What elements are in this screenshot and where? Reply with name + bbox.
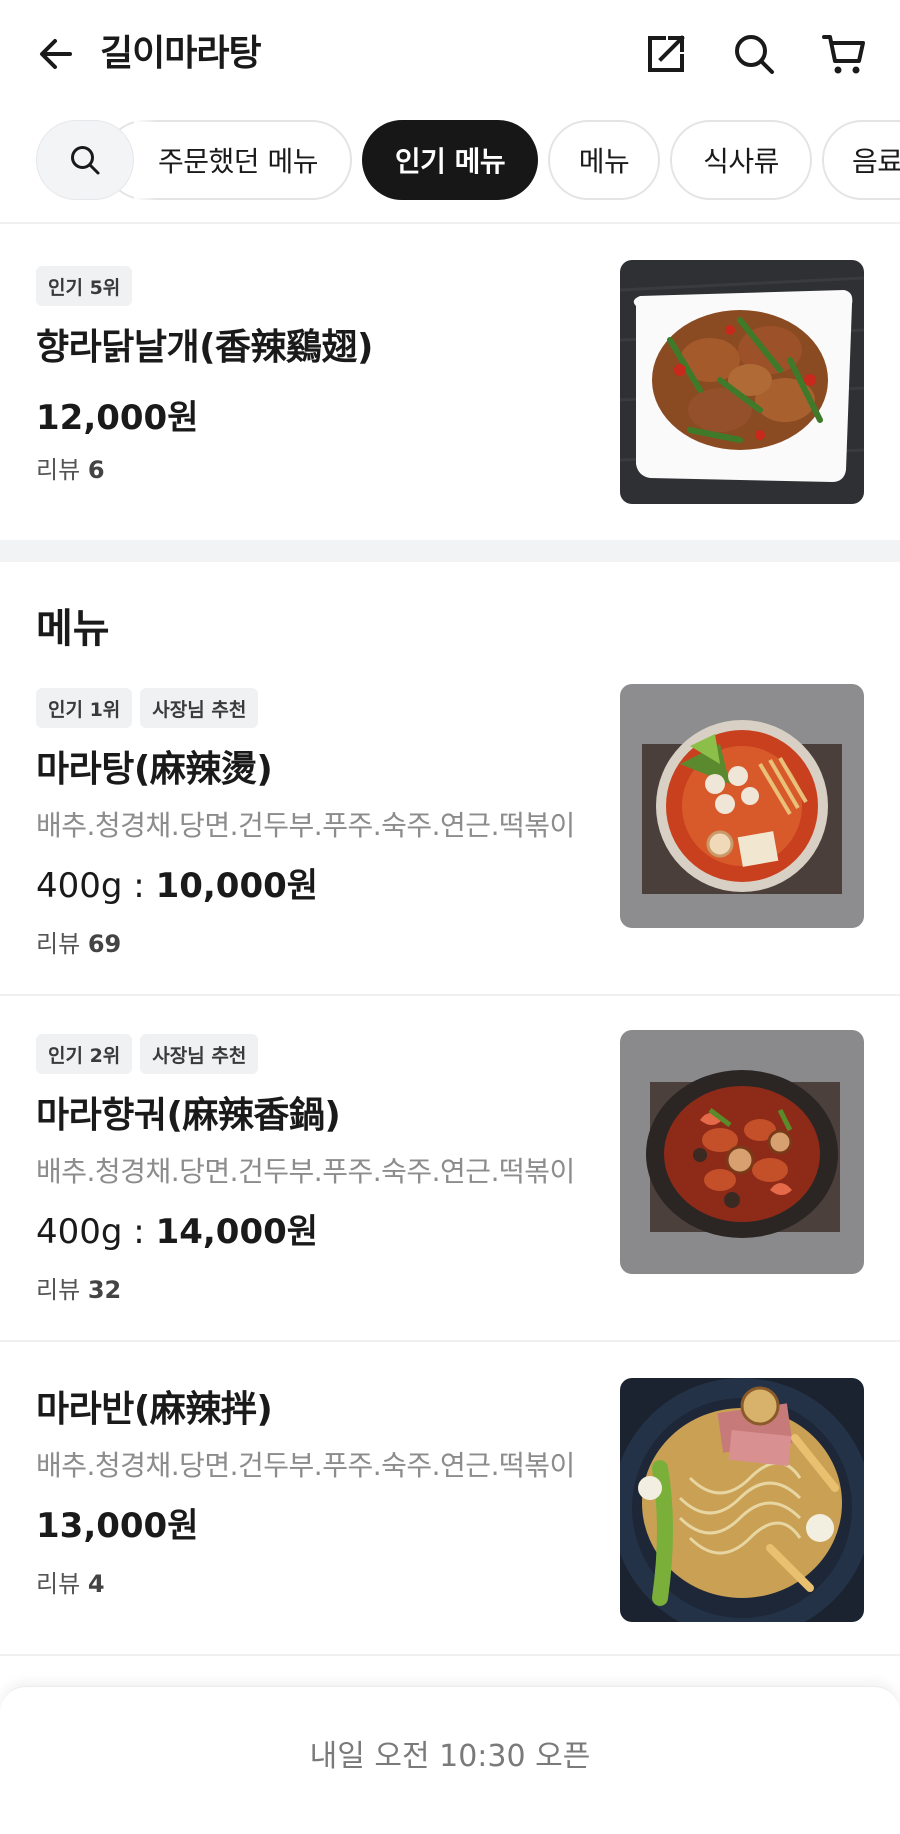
search-button[interactable] [726, 26, 782, 82]
item-image [620, 1378, 864, 1622]
item-price: 13,000원 [36, 1506, 199, 1546]
cart-button[interactable] [816, 26, 872, 82]
divider [0, 1654, 900, 1656]
cart-icon [822, 35, 865, 74]
search-icon [71, 146, 100, 175]
item-review: 리뷰 32 [36, 1276, 122, 1304]
item-price: 12,000원 [36, 398, 199, 438]
rank-badge: 인기 2위 [36, 1034, 133, 1074]
item-name: 향라닭날개(香辣鷄翅) [36, 327, 374, 368]
rank-badge: 인기 1위 [36, 688, 133, 728]
menu-item[interactable]: 인기 2위 사장님 추천 마라향궈(麻辣香鍋) 배추.청경채.당면.건두부.푸주… [0, 996, 900, 1340]
item-name: 마라탕(麻辣燙) [36, 749, 273, 790]
badge-group: 인기 2위 사장님 추천 [36, 1034, 259, 1074]
page-title: 길이마라탕 [100, 33, 262, 74]
recommend-badge: 사장님 추천 [140, 688, 259, 728]
search-icon [735, 35, 774, 74]
recommend-badge: 사장님 추천 [140, 1034, 259, 1074]
share-icon [648, 35, 685, 72]
badge-group: 인기 5위 [36, 266, 133, 306]
item-review: 리뷰 4 [36, 1570, 105, 1598]
menu-item[interactable]: 인기 1위 사장님 추천 마라탕(麻辣燙) 배추.청경채.당면.건두부.푸주.숙… [0, 660, 900, 994]
item-price: 400g : 10,000원 [36, 866, 319, 906]
section-divider [0, 540, 900, 562]
item-name: 마라반(麻辣拌) [36, 1389, 273, 1430]
menu-search-button[interactable] [36, 120, 134, 200]
item-description: 배추.청경채.당면.건두부.푸주.숙주.연근.떡볶이 [36, 1449, 575, 1482]
badge-group: 인기 1위 사장님 추천 [36, 688, 259, 728]
menu-item-popular[interactable]: 인기 5위 향라닭날개(香辣鷄翅) 12,000원 리뷰 6 [0, 224, 900, 540]
arrow-left-icon [40, 39, 72, 69]
share-button[interactable] [638, 26, 694, 82]
category-tabs: 주문했던 메뉴 인기 메뉴 메뉴 식사류 음료 [0, 118, 900, 202]
tab-meals[interactable]: 식사류 [670, 120, 812, 200]
tab-popular-menu[interactable]: 인기 메뉴 [362, 120, 538, 200]
item-image [620, 260, 864, 504]
item-review: 리뷰 69 [36, 930, 122, 958]
tab-menu[interactable]: 메뉴 [548, 120, 660, 200]
tabs-fade [134, 118, 158, 202]
bottom-bar: 내일 오전 10:30 오픈 [0, 1686, 900, 1834]
app-header: 길이마라탕 [0, 0, 900, 104]
open-status: 내일 오전 10:30 오픈 [309, 1739, 591, 1774]
item-image [620, 1030, 864, 1274]
item-image [620, 684, 864, 928]
rank-badge: 인기 5위 [36, 266, 133, 306]
item-description: 배추.청경채.당면.건두부.푸주.숙주.연근.떡볶이 [36, 1155, 575, 1188]
tab-drinks[interactable]: 음료 [822, 120, 900, 200]
item-review: 리뷰 6 [36, 456, 105, 484]
item-name: 마라향궈(麻辣香鍋) [36, 1095, 341, 1136]
back-button[interactable] [30, 28, 82, 80]
menu-item[interactable]: 마라반(麻辣拌) 배추.청경채.당면.건두부.푸주.숙주.연근.떡볶이 13,0… [0, 1342, 900, 1654]
section-title: 메뉴 [36, 606, 110, 652]
item-price: 400g : 14,000원 [36, 1212, 319, 1252]
item-description: 배추.청경채.당면.건두부.푸주.숙주.연근.떡볶이 [36, 809, 575, 842]
